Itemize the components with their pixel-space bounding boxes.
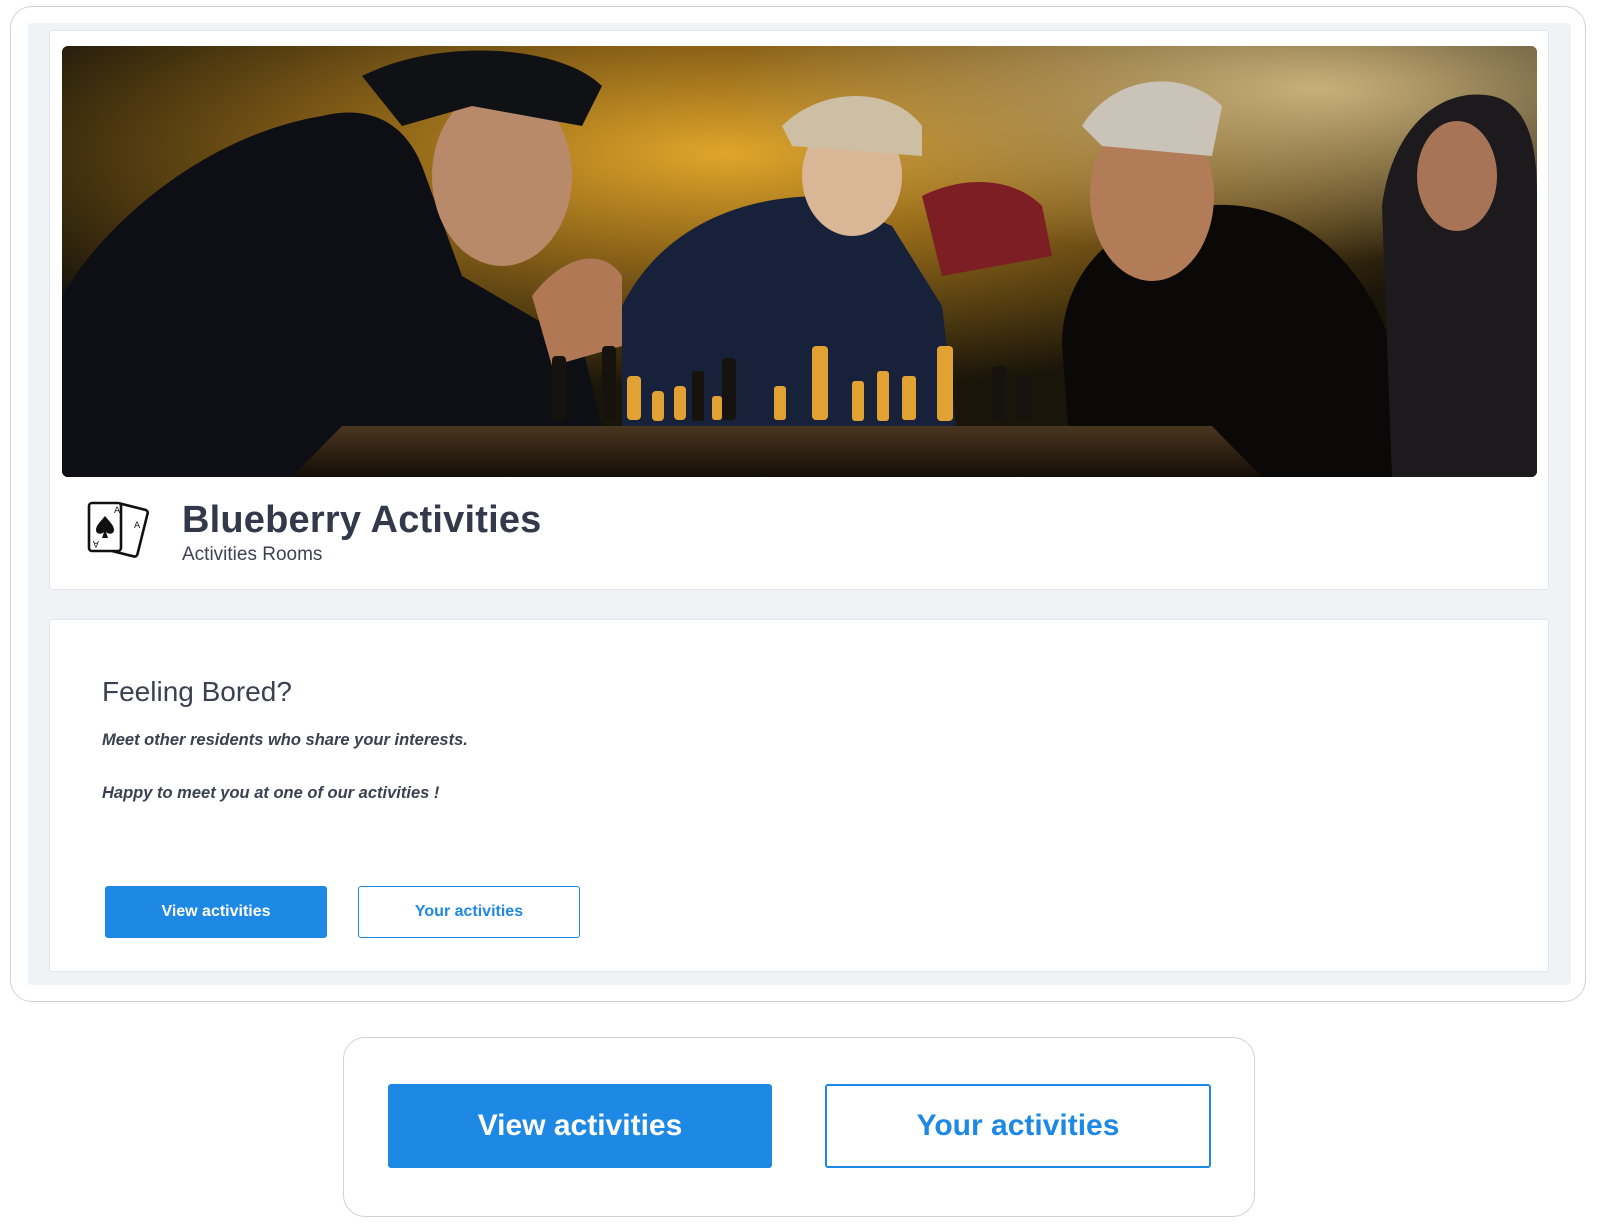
svg-text:A: A <box>92 538 99 548</box>
svg-text:A: A <box>134 521 141 531</box>
your-activities-button-zoomed[interactable]: Your activities <box>825 1084 1211 1168</box>
intro-text-2: Happy to meet you at one of our activiti… <box>102 784 440 802</box>
svg-text:A: A <box>114 506 121 516</box>
view-activities-button-zoomed[interactable]: View activities <box>388 1084 772 1168</box>
intro-text-1: Meet other residents who share your inte… <box>102 731 468 749</box>
your-activities-button[interactable]: Your activities <box>358 886 580 938</box>
page-title: Blueberry Activities <box>182 499 542 541</box>
page-subtitle: Activities Rooms <box>182 544 323 565</box>
view-activities-button[interactable]: View activities <box>105 886 327 938</box>
playing-cards-icon: A A A <box>87 501 149 558</box>
hero-image <box>62 46 1537 477</box>
intro-heading: Feeling Bored? <box>102 676 292 707</box>
